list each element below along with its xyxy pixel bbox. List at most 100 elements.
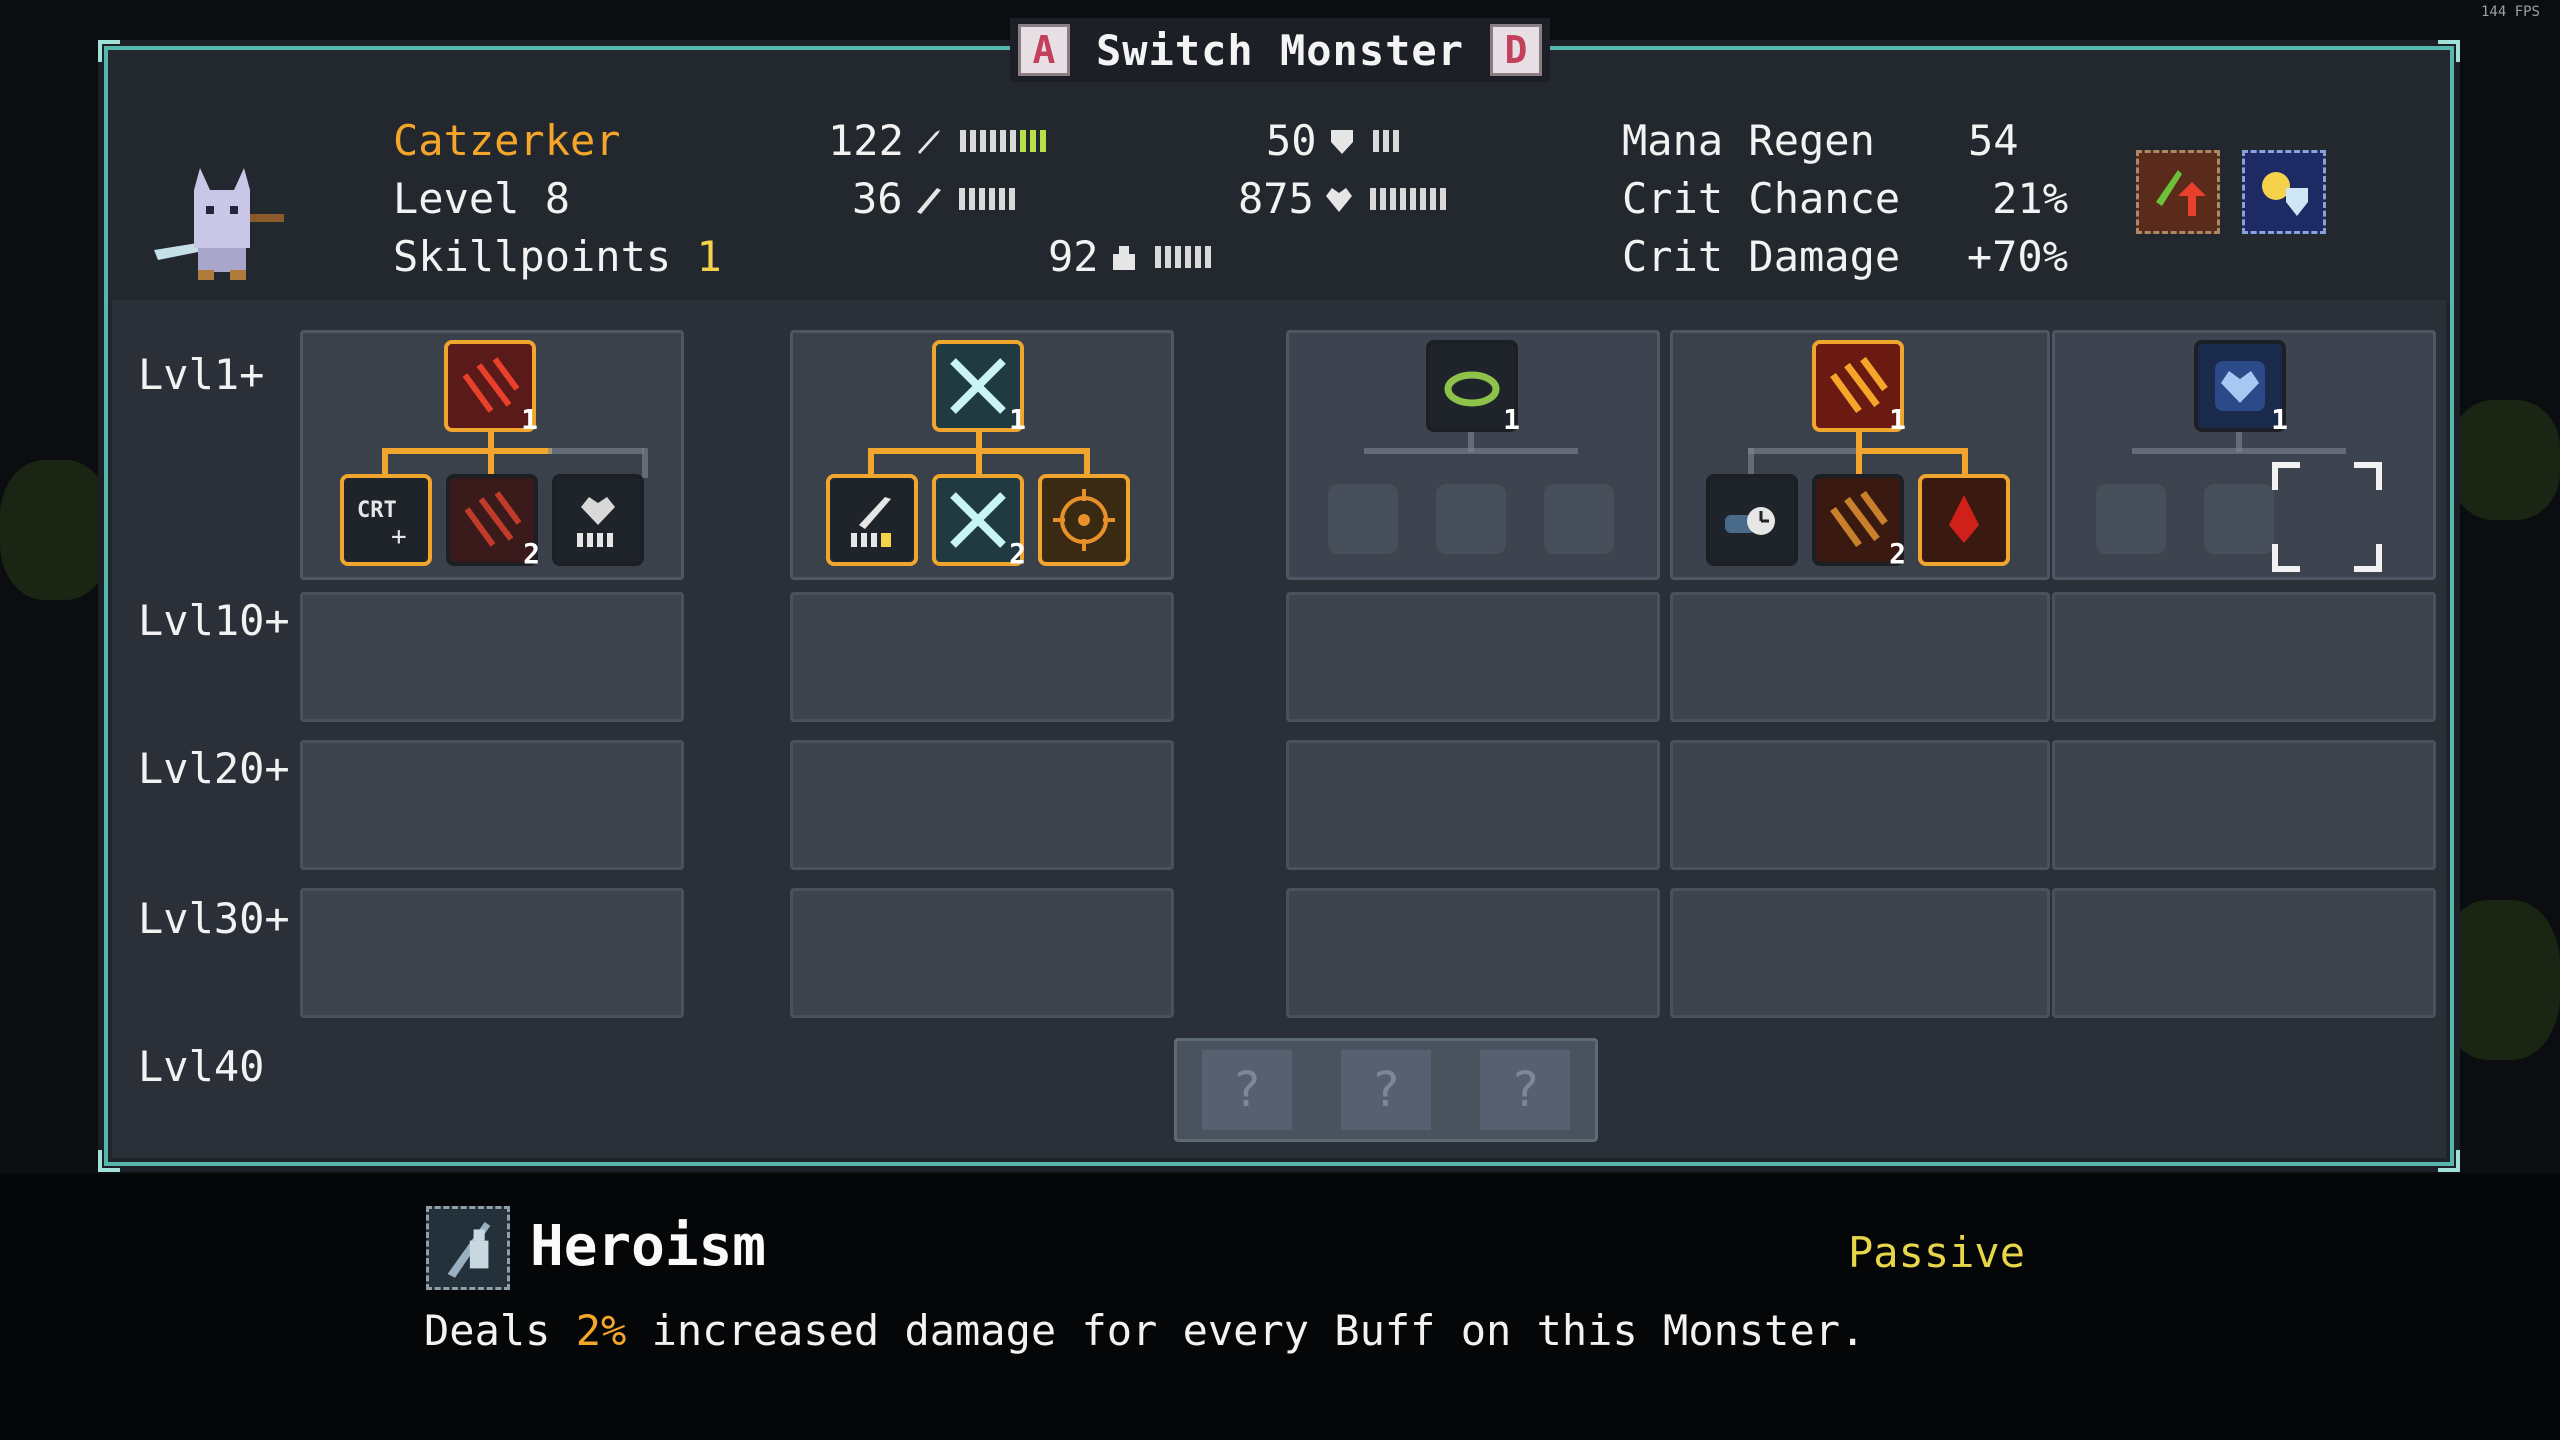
tier-box [790,888,1174,1018]
magic-stat: 36 [852,174,1015,223]
skill-node-clock[interactable] [1706,474,1798,566]
crit-damage-label: Crit Damage [1622,232,1901,281]
heroism-icon [426,1206,510,1290]
blood-drop-icon [1949,495,1979,543]
connector [2132,448,2346,454]
skill-node-blood[interactable] [1918,474,2010,566]
monster-level: Level 8 [393,174,571,223]
level-label-30: Lvl30+ [138,894,290,943]
mystery-skill-slot[interactable]: ? [1201,1050,1292,1130]
health-stat: 875 [1238,174,1446,223]
catzerker-portrait [154,168,284,280]
tier-box [790,740,1174,870]
attack-stat: 122 [828,116,1046,165]
tier-box [1670,592,2050,722]
selection-cursor-icon [2272,462,2382,572]
locked-node-icon [1328,484,1398,554]
prev-monster-key[interactable]: A [1017,24,1070,76]
heart-icon [1325,187,1352,212]
tier-box [1286,740,1660,870]
mystery-skill-slot[interactable]: ? [1480,1050,1571,1130]
defense-pips [1372,129,1399,152]
locked-node-icon [1544,484,1614,554]
claw-slash-icon [462,357,520,413]
crit-icon: CRT+ [357,498,407,552]
frame-corner [98,1150,120,1172]
tier-box [300,740,684,870]
tooltip-title: Heroism [530,1214,767,1279]
heart-shield-icon [2215,361,2265,411]
tier-box [1670,740,2050,870]
health-value: 875 [1238,174,1314,223]
skill-node-fire-root[interactable]: 1 [1812,340,1906,436]
skillpoints: Skillpoints 1 [393,232,722,281]
switch-monster-bar: A Switch Monster D [1010,18,1550,82]
crit-chance-label: Crit Chance [1622,174,1901,223]
clock-icon [1725,507,1775,535]
tier-box [1286,888,1660,1018]
next-monster-key[interactable]: D [1490,24,1542,76]
skill-node-blades-root[interactable]: 1 [932,340,1026,436]
connector [1856,448,1968,454]
tier-box [2052,592,2436,722]
wand-icon [916,187,941,214]
fire-slash-icon [1830,356,1888,414]
health-pips [1369,187,1446,210]
claw-slash-icon [464,491,522,547]
background-foliage-right-lower [2440,900,2560,1060]
potion-icon [1112,245,1135,270]
skillpoints-value: 1 [696,232,722,281]
connector [382,448,552,454]
skill-node-claw-root[interactable]: 1 [444,340,538,436]
tier-box [790,592,1174,722]
switch-monster-title: Switch Monster [1095,25,1464,75]
magic-value: 36 [852,174,903,223]
tier-box [1286,592,1660,722]
skill-node-target[interactable] [1038,474,1130,566]
tier-box [2052,888,2436,1018]
background-foliage-right [2450,400,2560,520]
skillpoints-label: Skillpoints [393,232,672,281]
tier-box [2052,740,2436,870]
skill-node-claw-2[interactable]: 2 [446,474,540,570]
crit-chance-value: 21% [1992,174,2068,223]
fps-counter: 144 FPS [2480,4,2540,20]
desc-after: increased damage for every Buff on this … [626,1306,1866,1355]
level-label-10: Lvl10+ [138,596,290,645]
skill-node-ring-root[interactable]: 1 [1426,340,1520,436]
fire-slash-icon [1830,490,1888,548]
attack-pips [959,129,1046,152]
attack-up-buff-icon[interactable] [2136,150,2220,234]
mystery-skill-slot[interactable]: ? [1340,1050,1431,1130]
mana-regen-label: Mana Regen [1622,116,1875,165]
attack-value: 122 [828,116,904,165]
skill-node-sword[interactable] [826,474,918,566]
connector [1364,448,1578,454]
skill-node-blades-2[interactable]: 2 [932,474,1026,570]
target-icon [1053,489,1115,551]
tier-box [300,592,684,722]
magic-shield-buff-icon[interactable] [2242,150,2326,234]
skill-node-fire-2[interactable]: 2 [1812,474,1906,570]
lvl40-box: ? ? ? [1174,1038,1598,1142]
level-label-20: Lvl20+ [138,744,290,793]
level-label-40: Lvl40 [138,1042,265,1091]
locked-node-icon [2096,484,2166,554]
heart-bar-icon [577,497,615,547]
crit-damage-value: +70% [1966,232,2068,281]
skill-node-heart-shield-root[interactable]: 1 [2194,340,2288,436]
desc-before: Deals [424,1306,576,1355]
skill-node-crit[interactable]: CRT + [340,474,432,566]
defense-stat: 50 [1266,116,1399,165]
desc-highlight: 2% [575,1306,627,1355]
skill-node-heart[interactable] [552,474,644,566]
mana-stat: 92 [1048,232,1211,281]
mana-value: 92 [1048,232,1099,281]
tier-box [1670,888,2050,1018]
svg-text:CRT: CRT [357,498,397,523]
shield-icon [1330,129,1353,154]
sword-icon [917,129,940,154]
monster-name: Catzerker [393,116,621,165]
connector [1748,448,1860,454]
tier-box [300,888,684,1018]
